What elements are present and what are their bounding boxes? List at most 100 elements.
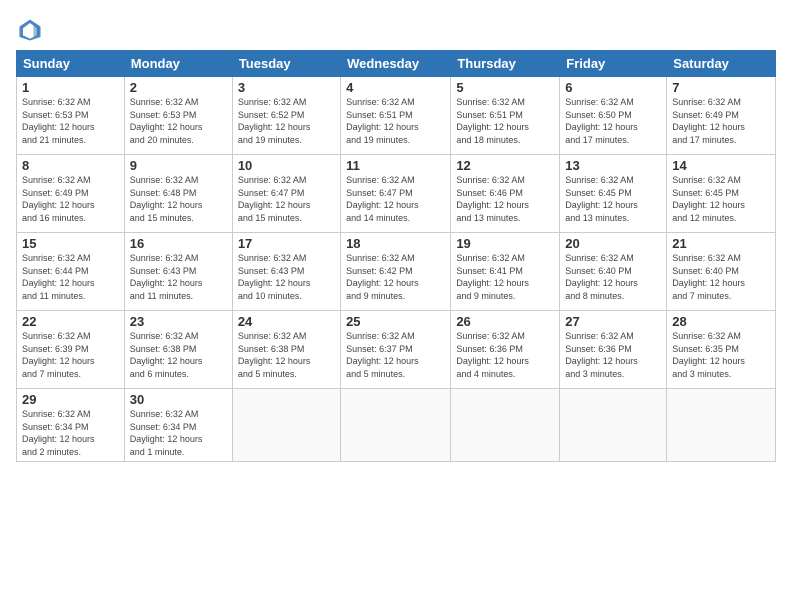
calendar-cell: 30Sunrise: 6:32 AM Sunset: 6:34 PM Dayli… — [124, 389, 232, 462]
day-info: Sunrise: 6:32 AM Sunset: 6:36 PM Dayligh… — [456, 330, 554, 380]
calendar-cell: 10Sunrise: 6:32 AM Sunset: 6:47 PM Dayli… — [232, 155, 340, 233]
day-info: Sunrise: 6:32 AM Sunset: 6:43 PM Dayligh… — [130, 252, 227, 302]
header-row — [16, 16, 776, 44]
calendar-cell: 21Sunrise: 6:32 AM Sunset: 6:40 PM Dayli… — [667, 233, 776, 311]
day-info: Sunrise: 6:32 AM Sunset: 6:37 PM Dayligh… — [346, 330, 445, 380]
calendar-week-1: 1Sunrise: 6:32 AM Sunset: 6:53 PM Daylig… — [17, 77, 776, 155]
day-info: Sunrise: 6:32 AM Sunset: 6:42 PM Dayligh… — [346, 252, 445, 302]
day-number: 7 — [672, 80, 770, 95]
day-number: 14 — [672, 158, 770, 173]
day-info: Sunrise: 6:32 AM Sunset: 6:41 PM Dayligh… — [456, 252, 554, 302]
calendar-cell: 11Sunrise: 6:32 AM Sunset: 6:47 PM Dayli… — [341, 155, 451, 233]
day-info: Sunrise: 6:32 AM Sunset: 6:34 PM Dayligh… — [22, 408, 119, 458]
calendar-cell: 3Sunrise: 6:32 AM Sunset: 6:52 PM Daylig… — [232, 77, 340, 155]
day-info: Sunrise: 6:32 AM Sunset: 6:35 PM Dayligh… — [672, 330, 770, 380]
logo — [16, 16, 48, 44]
day-info: Sunrise: 6:32 AM Sunset: 6:47 PM Dayligh… — [346, 174, 445, 224]
day-header-friday: Friday — [560, 51, 667, 77]
day-number: 17 — [238, 236, 335, 251]
day-number: 30 — [130, 392, 227, 407]
calendar-body: 1Sunrise: 6:32 AM Sunset: 6:53 PM Daylig… — [17, 77, 776, 462]
day-info: Sunrise: 6:32 AM Sunset: 6:53 PM Dayligh… — [130, 96, 227, 146]
calendar-cell — [232, 389, 340, 462]
day-header-wednesday: Wednesday — [341, 51, 451, 77]
day-number: 16 — [130, 236, 227, 251]
day-info: Sunrise: 6:32 AM Sunset: 6:38 PM Dayligh… — [238, 330, 335, 380]
calendar-week-4: 22Sunrise: 6:32 AM Sunset: 6:39 PM Dayli… — [17, 311, 776, 389]
calendar-cell: 17Sunrise: 6:32 AM Sunset: 6:43 PM Dayli… — [232, 233, 340, 311]
calendar-cell: 29Sunrise: 6:32 AM Sunset: 6:34 PM Dayli… — [17, 389, 125, 462]
calendar-cell: 7Sunrise: 6:32 AM Sunset: 6:49 PM Daylig… — [667, 77, 776, 155]
calendar-week-3: 15Sunrise: 6:32 AM Sunset: 6:44 PM Dayli… — [17, 233, 776, 311]
day-info: Sunrise: 6:32 AM Sunset: 6:51 PM Dayligh… — [456, 96, 554, 146]
calendar-cell: 27Sunrise: 6:32 AM Sunset: 6:36 PM Dayli… — [560, 311, 667, 389]
day-number: 4 — [346, 80, 445, 95]
day-info: Sunrise: 6:32 AM Sunset: 6:40 PM Dayligh… — [672, 252, 770, 302]
calendar-cell: 12Sunrise: 6:32 AM Sunset: 6:46 PM Dayli… — [451, 155, 560, 233]
calendar-cell: 26Sunrise: 6:32 AM Sunset: 6:36 PM Dayli… — [451, 311, 560, 389]
day-number: 18 — [346, 236, 445, 251]
day-number: 9 — [130, 158, 227, 173]
calendar-cell: 4Sunrise: 6:32 AM Sunset: 6:51 PM Daylig… — [341, 77, 451, 155]
calendar-cell: 15Sunrise: 6:32 AM Sunset: 6:44 PM Dayli… — [17, 233, 125, 311]
calendar-cell: 19Sunrise: 6:32 AM Sunset: 6:41 PM Dayli… — [451, 233, 560, 311]
calendar-cell: 16Sunrise: 6:32 AM Sunset: 6:43 PM Dayli… — [124, 233, 232, 311]
calendar-cell: 13Sunrise: 6:32 AM Sunset: 6:45 PM Dayli… — [560, 155, 667, 233]
day-number: 6 — [565, 80, 661, 95]
day-number: 20 — [565, 236, 661, 251]
day-number: 15 — [22, 236, 119, 251]
day-info: Sunrise: 6:32 AM Sunset: 6:51 PM Dayligh… — [346, 96, 445, 146]
day-number: 21 — [672, 236, 770, 251]
calendar-table: SundayMondayTuesdayWednesdayThursdayFrid… — [16, 50, 776, 462]
day-number: 22 — [22, 314, 119, 329]
day-number: 8 — [22, 158, 119, 173]
calendar-cell: 20Sunrise: 6:32 AM Sunset: 6:40 PM Dayli… — [560, 233, 667, 311]
day-number: 10 — [238, 158, 335, 173]
day-header-thursday: Thursday — [451, 51, 560, 77]
day-number: 13 — [565, 158, 661, 173]
calendar-cell — [667, 389, 776, 462]
calendar-cell — [451, 389, 560, 462]
day-info: Sunrise: 6:32 AM Sunset: 6:39 PM Dayligh… — [22, 330, 119, 380]
day-info: Sunrise: 6:32 AM Sunset: 6:45 PM Dayligh… — [672, 174, 770, 224]
day-number: 26 — [456, 314, 554, 329]
day-info: Sunrise: 6:32 AM Sunset: 6:50 PM Dayligh… — [565, 96, 661, 146]
calendar-week-5: 29Sunrise: 6:32 AM Sunset: 6:34 PM Dayli… — [17, 389, 776, 462]
calendar-cell: 28Sunrise: 6:32 AM Sunset: 6:35 PM Dayli… — [667, 311, 776, 389]
calendar-cell: 14Sunrise: 6:32 AM Sunset: 6:45 PM Dayli… — [667, 155, 776, 233]
main-container: SundayMondayTuesdayWednesdayThursdayFrid… — [0, 0, 792, 470]
day-info: Sunrise: 6:32 AM Sunset: 6:49 PM Dayligh… — [672, 96, 770, 146]
day-header-tuesday: Tuesday — [232, 51, 340, 77]
calendar-cell: 9Sunrise: 6:32 AM Sunset: 6:48 PM Daylig… — [124, 155, 232, 233]
day-info: Sunrise: 6:32 AM Sunset: 6:43 PM Dayligh… — [238, 252, 335, 302]
day-info: Sunrise: 6:32 AM Sunset: 6:52 PM Dayligh… — [238, 96, 335, 146]
day-number: 27 — [565, 314, 661, 329]
calendar-cell: 8Sunrise: 6:32 AM Sunset: 6:49 PM Daylig… — [17, 155, 125, 233]
day-info: Sunrise: 6:32 AM Sunset: 6:44 PM Dayligh… — [22, 252, 119, 302]
day-number: 29 — [22, 392, 119, 407]
day-number: 28 — [672, 314, 770, 329]
calendar-cell: 6Sunrise: 6:32 AM Sunset: 6:50 PM Daylig… — [560, 77, 667, 155]
day-header-monday: Monday — [124, 51, 232, 77]
day-info: Sunrise: 6:32 AM Sunset: 6:49 PM Dayligh… — [22, 174, 119, 224]
calendar-cell: 22Sunrise: 6:32 AM Sunset: 6:39 PM Dayli… — [17, 311, 125, 389]
calendar-cell: 25Sunrise: 6:32 AM Sunset: 6:37 PM Dayli… — [341, 311, 451, 389]
calendar-cell — [560, 389, 667, 462]
day-number: 25 — [346, 314, 445, 329]
day-info: Sunrise: 6:32 AM Sunset: 6:36 PM Dayligh… — [565, 330, 661, 380]
calendar-cell: 5Sunrise: 6:32 AM Sunset: 6:51 PM Daylig… — [451, 77, 560, 155]
day-number: 12 — [456, 158, 554, 173]
day-number: 23 — [130, 314, 227, 329]
day-number: 5 — [456, 80, 554, 95]
day-info: Sunrise: 6:32 AM Sunset: 6:38 PM Dayligh… — [130, 330, 227, 380]
day-header-sunday: Sunday — [17, 51, 125, 77]
day-info: Sunrise: 6:32 AM Sunset: 6:48 PM Dayligh… — [130, 174, 227, 224]
day-number: 2 — [130, 80, 227, 95]
calendar-cell: 1Sunrise: 6:32 AM Sunset: 6:53 PM Daylig… — [17, 77, 125, 155]
calendar-header-row: SundayMondayTuesdayWednesdayThursdayFrid… — [17, 51, 776, 77]
calendar-cell: 24Sunrise: 6:32 AM Sunset: 6:38 PM Dayli… — [232, 311, 340, 389]
day-info: Sunrise: 6:32 AM Sunset: 6:45 PM Dayligh… — [565, 174, 661, 224]
day-number: 3 — [238, 80, 335, 95]
calendar-cell: 2Sunrise: 6:32 AM Sunset: 6:53 PM Daylig… — [124, 77, 232, 155]
day-header-saturday: Saturday — [667, 51, 776, 77]
